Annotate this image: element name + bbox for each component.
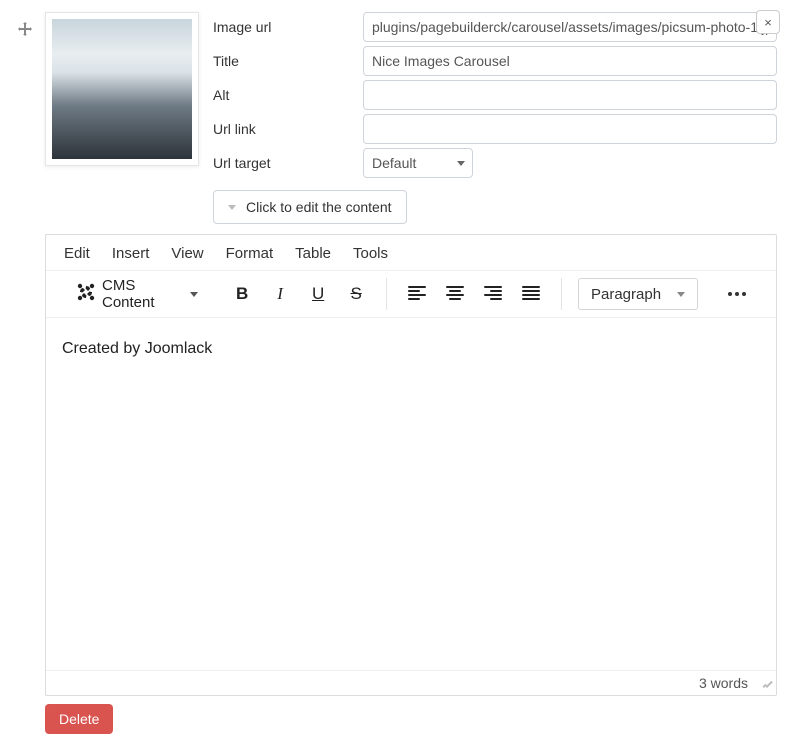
menu-tools[interactable]: Tools	[353, 245, 388, 262]
italic-button[interactable]: I	[266, 280, 294, 308]
align-justify-button[interactable]	[517, 280, 545, 308]
image-thumbnail[interactable]	[45, 12, 199, 166]
chevron-down-icon	[190, 292, 198, 297]
title-input[interactable]	[363, 46, 777, 76]
url-target-select[interactable]: Default	[363, 148, 473, 178]
rich-text-editor: Edit Insert View Format Table Tools CMS …	[45, 234, 777, 696]
chevron-down-icon	[228, 205, 236, 210]
align-right-button[interactable]	[479, 280, 507, 308]
underline-button[interactable]: U	[304, 280, 332, 308]
editor-toolbar: CMS Content B I U S	[46, 270, 776, 318]
alt-label: Alt	[213, 87, 363, 103]
menu-insert[interactable]: Insert	[112, 245, 150, 262]
image-preview	[52, 19, 192, 159]
editor-menubar: Edit Insert View Format Table Tools	[46, 235, 776, 270]
paragraph-format-select[interactable]: Paragraph	[578, 278, 698, 310]
cms-content-label: CMS Content	[102, 277, 184, 311]
resize-handle-icon[interactable]	[756, 677, 768, 689]
toolbar-separator	[561, 278, 562, 310]
toolbar-separator	[386, 278, 387, 310]
bold-button[interactable]: B	[228, 280, 256, 308]
close-button[interactable]: ×	[756, 10, 780, 34]
url-target-label: Url target	[213, 155, 363, 171]
editor-content-area[interactable]: Created by Joomlack	[46, 318, 776, 670]
url-link-input[interactable]	[363, 114, 777, 144]
more-options-button[interactable]	[722, 280, 752, 308]
align-left-button[interactable]	[403, 280, 431, 308]
menu-view[interactable]: View	[171, 245, 203, 262]
title-label: Title	[213, 53, 363, 69]
joomla-icon	[76, 282, 96, 306]
delete-button[interactable]: Delete	[45, 704, 113, 734]
editor-text: Created by Joomlack	[62, 340, 212, 357]
align-center-button[interactable]	[441, 280, 469, 308]
word-count: 3 words	[699, 675, 748, 691]
menu-table[interactable]: Table	[295, 245, 331, 262]
menu-edit[interactable]: Edit	[64, 245, 90, 262]
cms-content-dropdown[interactable]: CMS Content	[70, 273, 204, 315]
url-link-label: Url link	[213, 121, 363, 137]
chevron-down-icon	[677, 292, 685, 297]
paragraph-format-label: Paragraph	[591, 286, 661, 303]
image-url-input[interactable]	[363, 12, 777, 42]
editor-statusbar: 3 words	[46, 670, 776, 695]
edit-content-button[interactable]: Click to edit the content	[213, 190, 407, 224]
drag-handle-icon[interactable]	[18, 22, 32, 41]
alt-input[interactable]	[363, 80, 777, 110]
edit-content-label: Click to edit the content	[246, 199, 392, 215]
image-url-label: Image url	[213, 19, 363, 35]
strikethrough-button[interactable]: S	[342, 280, 370, 308]
menu-format[interactable]: Format	[226, 245, 274, 262]
